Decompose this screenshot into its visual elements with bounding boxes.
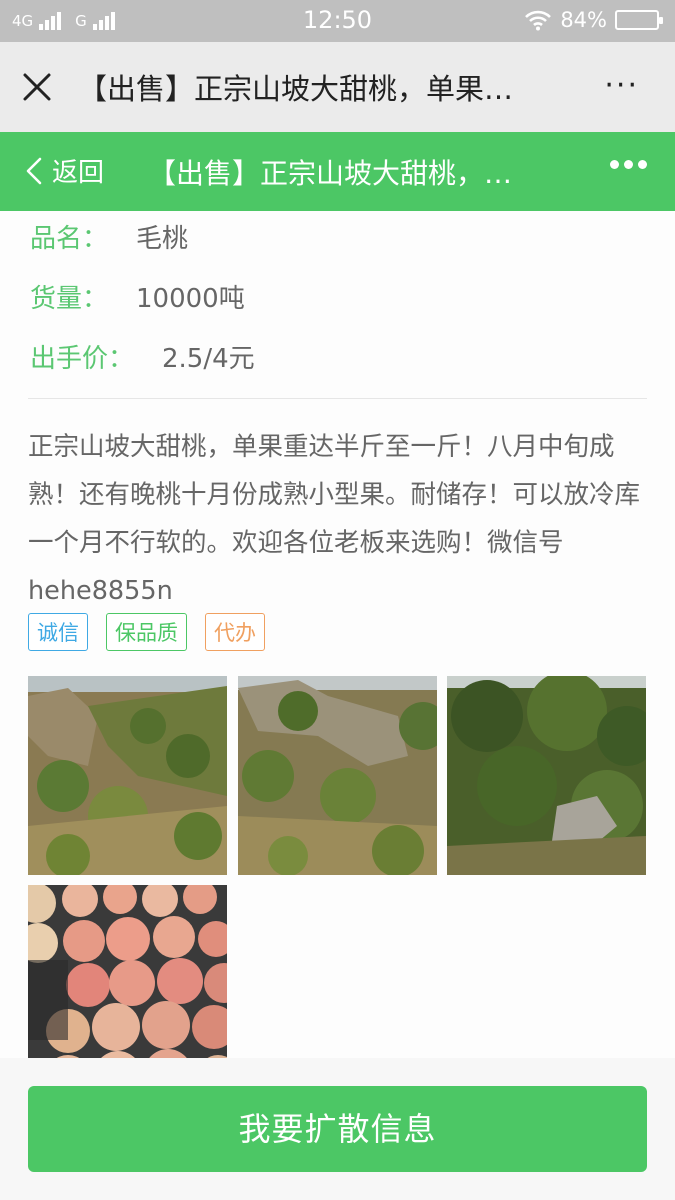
bottom-action-bar: 我要扩散信息	[0, 1058, 675, 1200]
photo-peach-crate[interactable]	[28, 885, 227, 1084]
battery-icon	[615, 10, 663, 30]
field-value: 10000吨	[136, 284, 245, 314]
field-label: 货量：	[30, 284, 109, 314]
menu-dots-icon[interactable]	[610, 160, 647, 169]
field-quantity: 货量： 10000吨	[30, 278, 245, 315]
tag-agent: 代办	[205, 613, 265, 651]
page-header: 返回 【出售】正宗山坡大甜桃，…	[0, 132, 675, 211]
chevron-left-icon	[26, 157, 42, 184]
photo-hillside-orchard[interactable]	[28, 676, 227, 875]
back-button[interactable]: 返回	[26, 152, 104, 189]
field-label: 出手价：	[30, 344, 135, 374]
field-product-name: 品名： 毛桃	[30, 218, 188, 255]
tag-list: 诚信 保品质 代办	[28, 613, 265, 651]
status-right: 84%	[524, 8, 663, 32]
tag-quality: 保品质	[106, 613, 187, 651]
back-label: 返回	[52, 158, 105, 188]
wechat-title-bar: 【出售】正宗山坡大甜桃，单果… ···	[0, 42, 675, 132]
wifi-icon	[525, 10, 552, 31]
wechat-page-title: 【出售】正宗山坡大甜桃，单果…	[78, 72, 514, 106]
close-icon[interactable]	[20, 70, 54, 104]
photo-hillside-rocks[interactable]	[238, 676, 437, 875]
field-label: 品名：	[30, 224, 109, 254]
more-options-icon[interactable]: ···	[604, 68, 639, 103]
tag-integrity: 诚信	[28, 613, 88, 651]
field-value: 毛桃	[136, 224, 189, 254]
field-value: 2.5/4元	[162, 344, 255, 374]
page-title: 【出售】正宗山坡大甜桃，…	[148, 157, 513, 190]
photo-peach-trees[interactable]	[447, 676, 646, 875]
battery-percent: 84%	[560, 8, 607, 32]
status-bar: 4G G 12:50 84%	[0, 0, 675, 42]
divider	[28, 398, 647, 399]
field-price: 出手价： 2.5/4元	[30, 338, 255, 375]
description-text: 正宗山坡大甜桃，单果重达半斤至一斤！八月中旬成熟！还有晚桃十月份成熟小型果。耐储…	[28, 432, 641, 606]
spread-info-button[interactable]: 我要扩散信息	[28, 1086, 647, 1172]
